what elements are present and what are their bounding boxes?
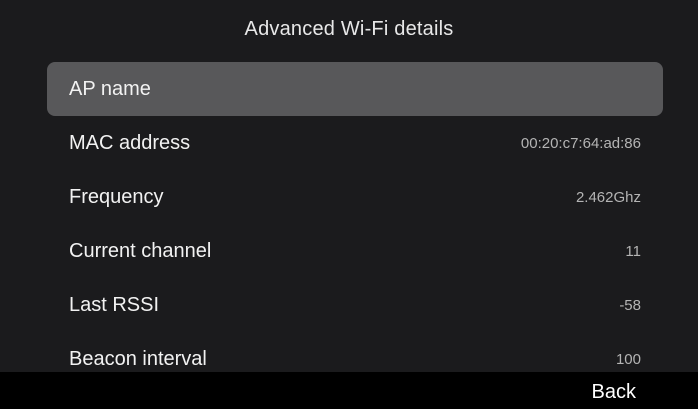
- list-item-beacon-interval[interactable]: Beacon interval 100: [47, 332, 663, 372]
- list-item-mac-address[interactable]: MAC address 00:20:c7:64:ad:86: [47, 116, 663, 170]
- list-item-ap-name[interactable]: AP name: [47, 62, 663, 116]
- details-list[interactable]: AP name MAC address 00:20:c7:64:ad:86 Fr…: [47, 62, 663, 372]
- row-value: 11: [625, 242, 641, 260]
- row-label: Beacon interval: [69, 347, 207, 370]
- row-label: AP name: [69, 77, 151, 100]
- softkey-bar: Back: [0, 372, 698, 409]
- row-label: Last RSSI: [69, 293, 160, 316]
- row-label: Frequency: [69, 185, 164, 208]
- header: Advanced Wi-Fi details: [0, 0, 698, 62]
- row-value: 2.462Ghz: [575, 188, 641, 206]
- list-item-current-channel[interactable]: Current channel 11: [47, 224, 663, 278]
- list-item-frequency[interactable]: Frequency 2.462Ghz: [47, 170, 663, 224]
- row-value: 00:20:c7:64:ad:86: [520, 134, 641, 152]
- row-label: Current channel: [69, 239, 212, 262]
- row-value: 100: [615, 350, 641, 368]
- wifi-details-screen: Advanced Wi-Fi details AP name MAC addre…: [0, 0, 698, 409]
- row-label: MAC address: [69, 131, 191, 154]
- row-value: -58: [619, 296, 641, 314]
- list-item-last-rssi[interactable]: Last RSSI -58: [47, 278, 663, 332]
- back-button[interactable]: Back: [592, 381, 636, 404]
- page-title: Advanced Wi-Fi details: [244, 17, 454, 40]
